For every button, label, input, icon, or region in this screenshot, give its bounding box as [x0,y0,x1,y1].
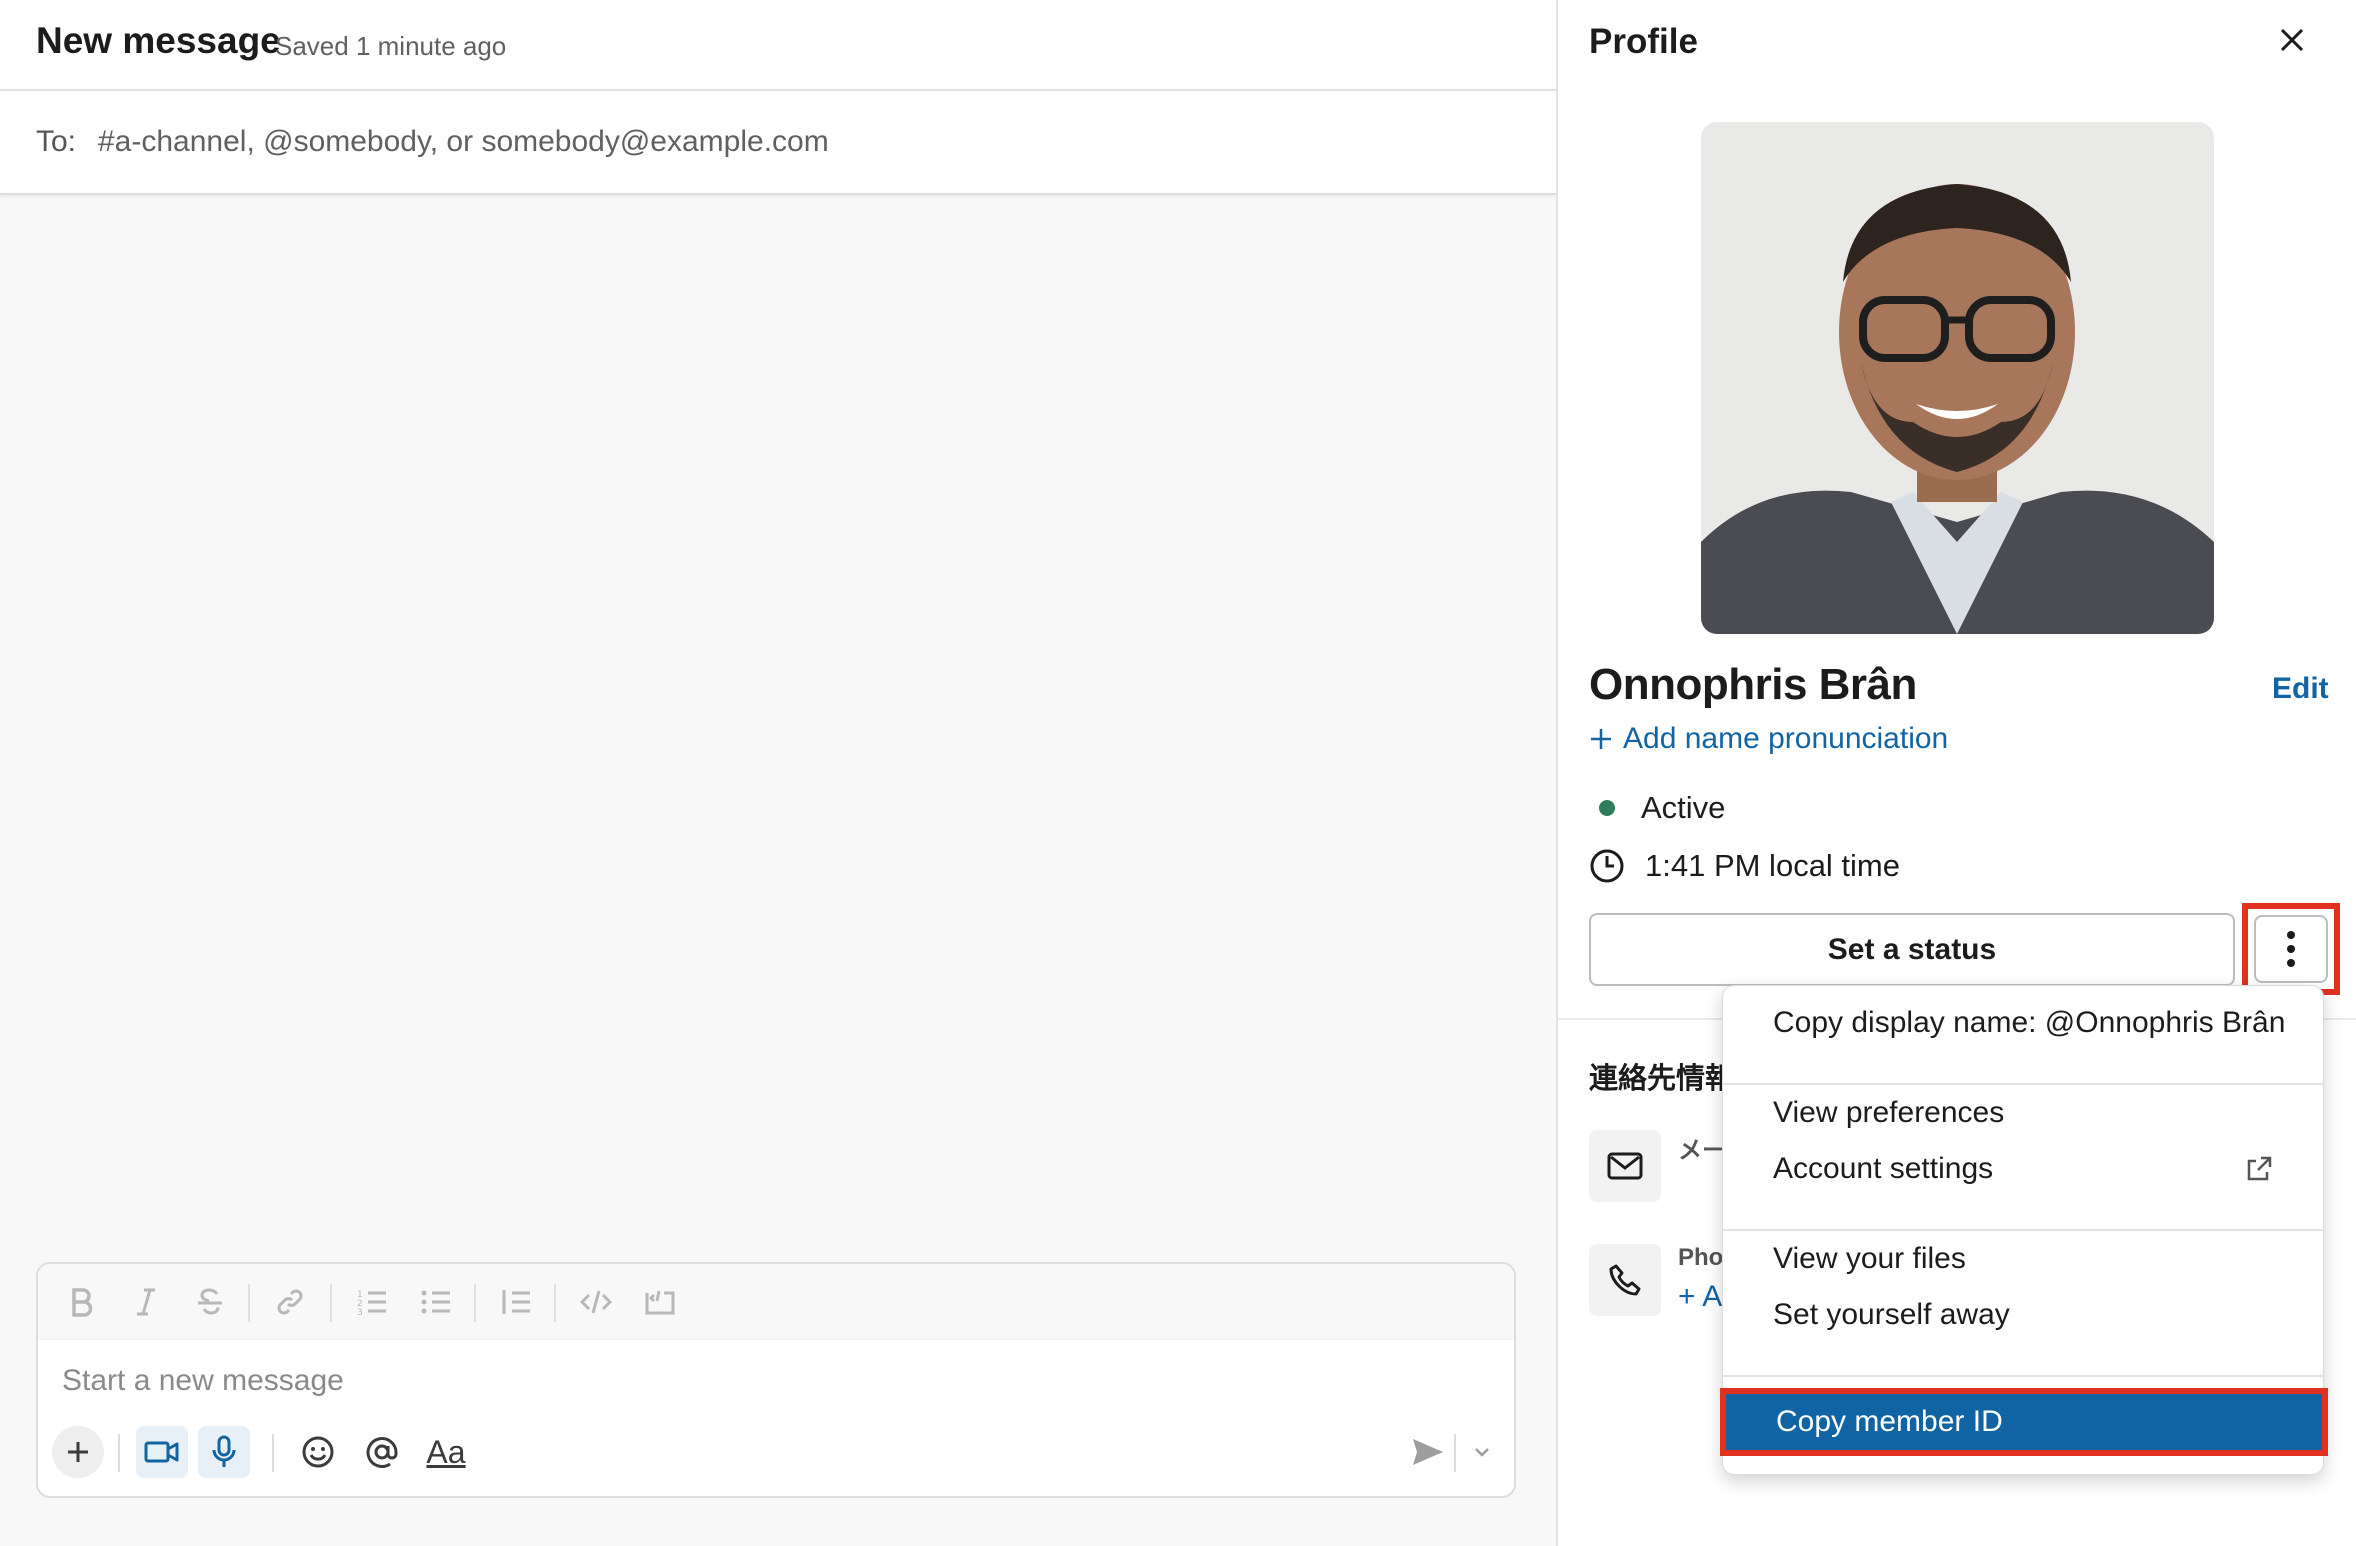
set-status-button[interactable]: Set a status [1589,913,2235,986]
local-time-text: 1:41 PM local time [1645,848,1900,883]
code-icon[interactable] [576,1282,616,1322]
text-style-button[interactable]: Aa [420,1426,472,1478]
contact-info-heading: 連絡先情報 [1589,1063,1735,1095]
profile-photo[interactable] [1701,122,2214,634]
bold-icon[interactable] [62,1282,102,1322]
menu-item-account-settings[interactable]: Account settings [1723,1142,2323,1196]
menu-item-copy-display-name[interactable]: Copy display name: @Onnophris Brân [1723,996,2323,1050]
external-link-icon [2245,1155,2273,1183]
recipient-row: To: [0,91,1556,195]
presence-text: Active [1641,790,1726,825]
video-clip-button[interactable] [136,1426,188,1478]
message-input[interactable] [62,1356,1462,1406]
more-actions-highlight [2242,903,2340,995]
active-status-dot-icon [1599,800,1615,816]
numbered-list-icon[interactable]: 123 [352,1282,392,1322]
profile-title: Profile [1589,22,1698,61]
message-composer: 123 Start a new message Aa [36,1262,1516,1498]
menu-item-set-away[interactable]: Set yourself away [1723,1288,2323,1342]
send-button[interactable] [1402,1426,1454,1478]
edit-profile-link[interactable]: Edit [2272,672,2329,706]
saved-status: Saved 1 minute ago [275,31,507,61]
copy-member-id-highlight: Copy member ID [1720,1388,2328,1456]
recipient-input[interactable] [98,117,1198,167]
phone-icon [1589,1244,1661,1316]
link-icon[interactable] [270,1282,310,1322]
presence-row: Active [1589,790,1725,826]
audio-clip-button[interactable] [198,1426,250,1478]
plus-icon [1589,727,1613,751]
mail-icon [1589,1130,1661,1202]
local-time-row: 1:41 PM local time [1589,848,1900,884]
code-block-icon[interactable] [640,1282,680,1322]
bulleted-list-icon[interactable] [416,1282,456,1322]
profile-name: Onnophris Brân [1589,660,1917,709]
add-pronunciation-link[interactable]: Add name pronunciation [1589,722,1948,756]
strikethrough-icon[interactable] [190,1282,230,1322]
mention-button[interactable] [356,1426,408,1478]
formatting-toolbar: 123 [38,1264,1514,1340]
compose-title: New message [36,20,281,61]
svg-text:3: 3 [357,1308,363,1317]
account-settings-label: Account settings [1773,1152,1994,1185]
more-actions-button[interactable] [2254,915,2328,983]
compose-pane: New message Saved 1 minute ago To: 123 [0,0,1556,1546]
menu-item-copy-member-id[interactable]: Copy member ID [1726,1394,2322,1450]
close-icon[interactable] [2272,20,2312,60]
emoji-button[interactable] [292,1426,344,1478]
to-label: To: [36,125,77,158]
menu-item-view-files[interactable]: View your files [1723,1232,2323,1286]
compose-header: New message Saved 1 minute ago [0,0,1556,91]
add-pronunciation-label: Add name pronunciation [1623,722,1949,755]
clock-icon [1589,848,1625,884]
blockquote-icon[interactable] [496,1282,536,1322]
attach-plus-button[interactable] [52,1426,104,1478]
menu-item-view-preferences[interactable]: View preferences [1723,1086,2323,1140]
schedule-chevron-down-icon[interactable] [1462,1426,1502,1478]
italic-icon[interactable] [126,1282,166,1322]
